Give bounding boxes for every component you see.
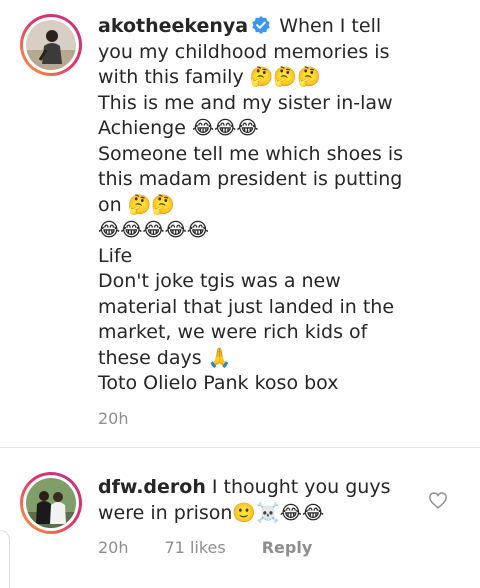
avatar[interactable]: [20, 472, 82, 534]
divider: [0, 447, 480, 448]
reply-button[interactable]: Reply: [262, 538, 313, 557]
comment-username[interactable]: dfw.deroh: [98, 476, 206, 498]
comment-meta: 20h 71 likes Reply: [98, 538, 348, 557]
avatar[interactable]: [20, 14, 82, 76]
comment-text: When I tell you my childhood memories is…: [98, 15, 404, 394]
avatar-photo: [26, 20, 76, 70]
comment-item: akotheekenya When I tell you my childhoo…: [0, 0, 480, 440]
comment-body: akotheekenya When I tell you my childhoo…: [98, 14, 418, 397]
avatar-photo: [26, 478, 76, 528]
scroll-edge: [0, 530, 10, 588]
comment-time: 20h: [98, 409, 129, 428]
comment-meta: 20h: [98, 409, 165, 428]
verified-badge-icon: [252, 16, 270, 34]
comment-item: dfw.deroh I thought you guys were in pri…: [0, 457, 480, 587]
heart-outline-icon[interactable]: [428, 491, 448, 509]
comment-username[interactable]: akotheekenya: [98, 15, 248, 37]
comment-body: dfw.deroh I thought you guys were in pri…: [98, 475, 418, 526]
comment-time: 20h: [98, 538, 129, 557]
comment-likes[interactable]: 71 likes: [165, 538, 226, 557]
